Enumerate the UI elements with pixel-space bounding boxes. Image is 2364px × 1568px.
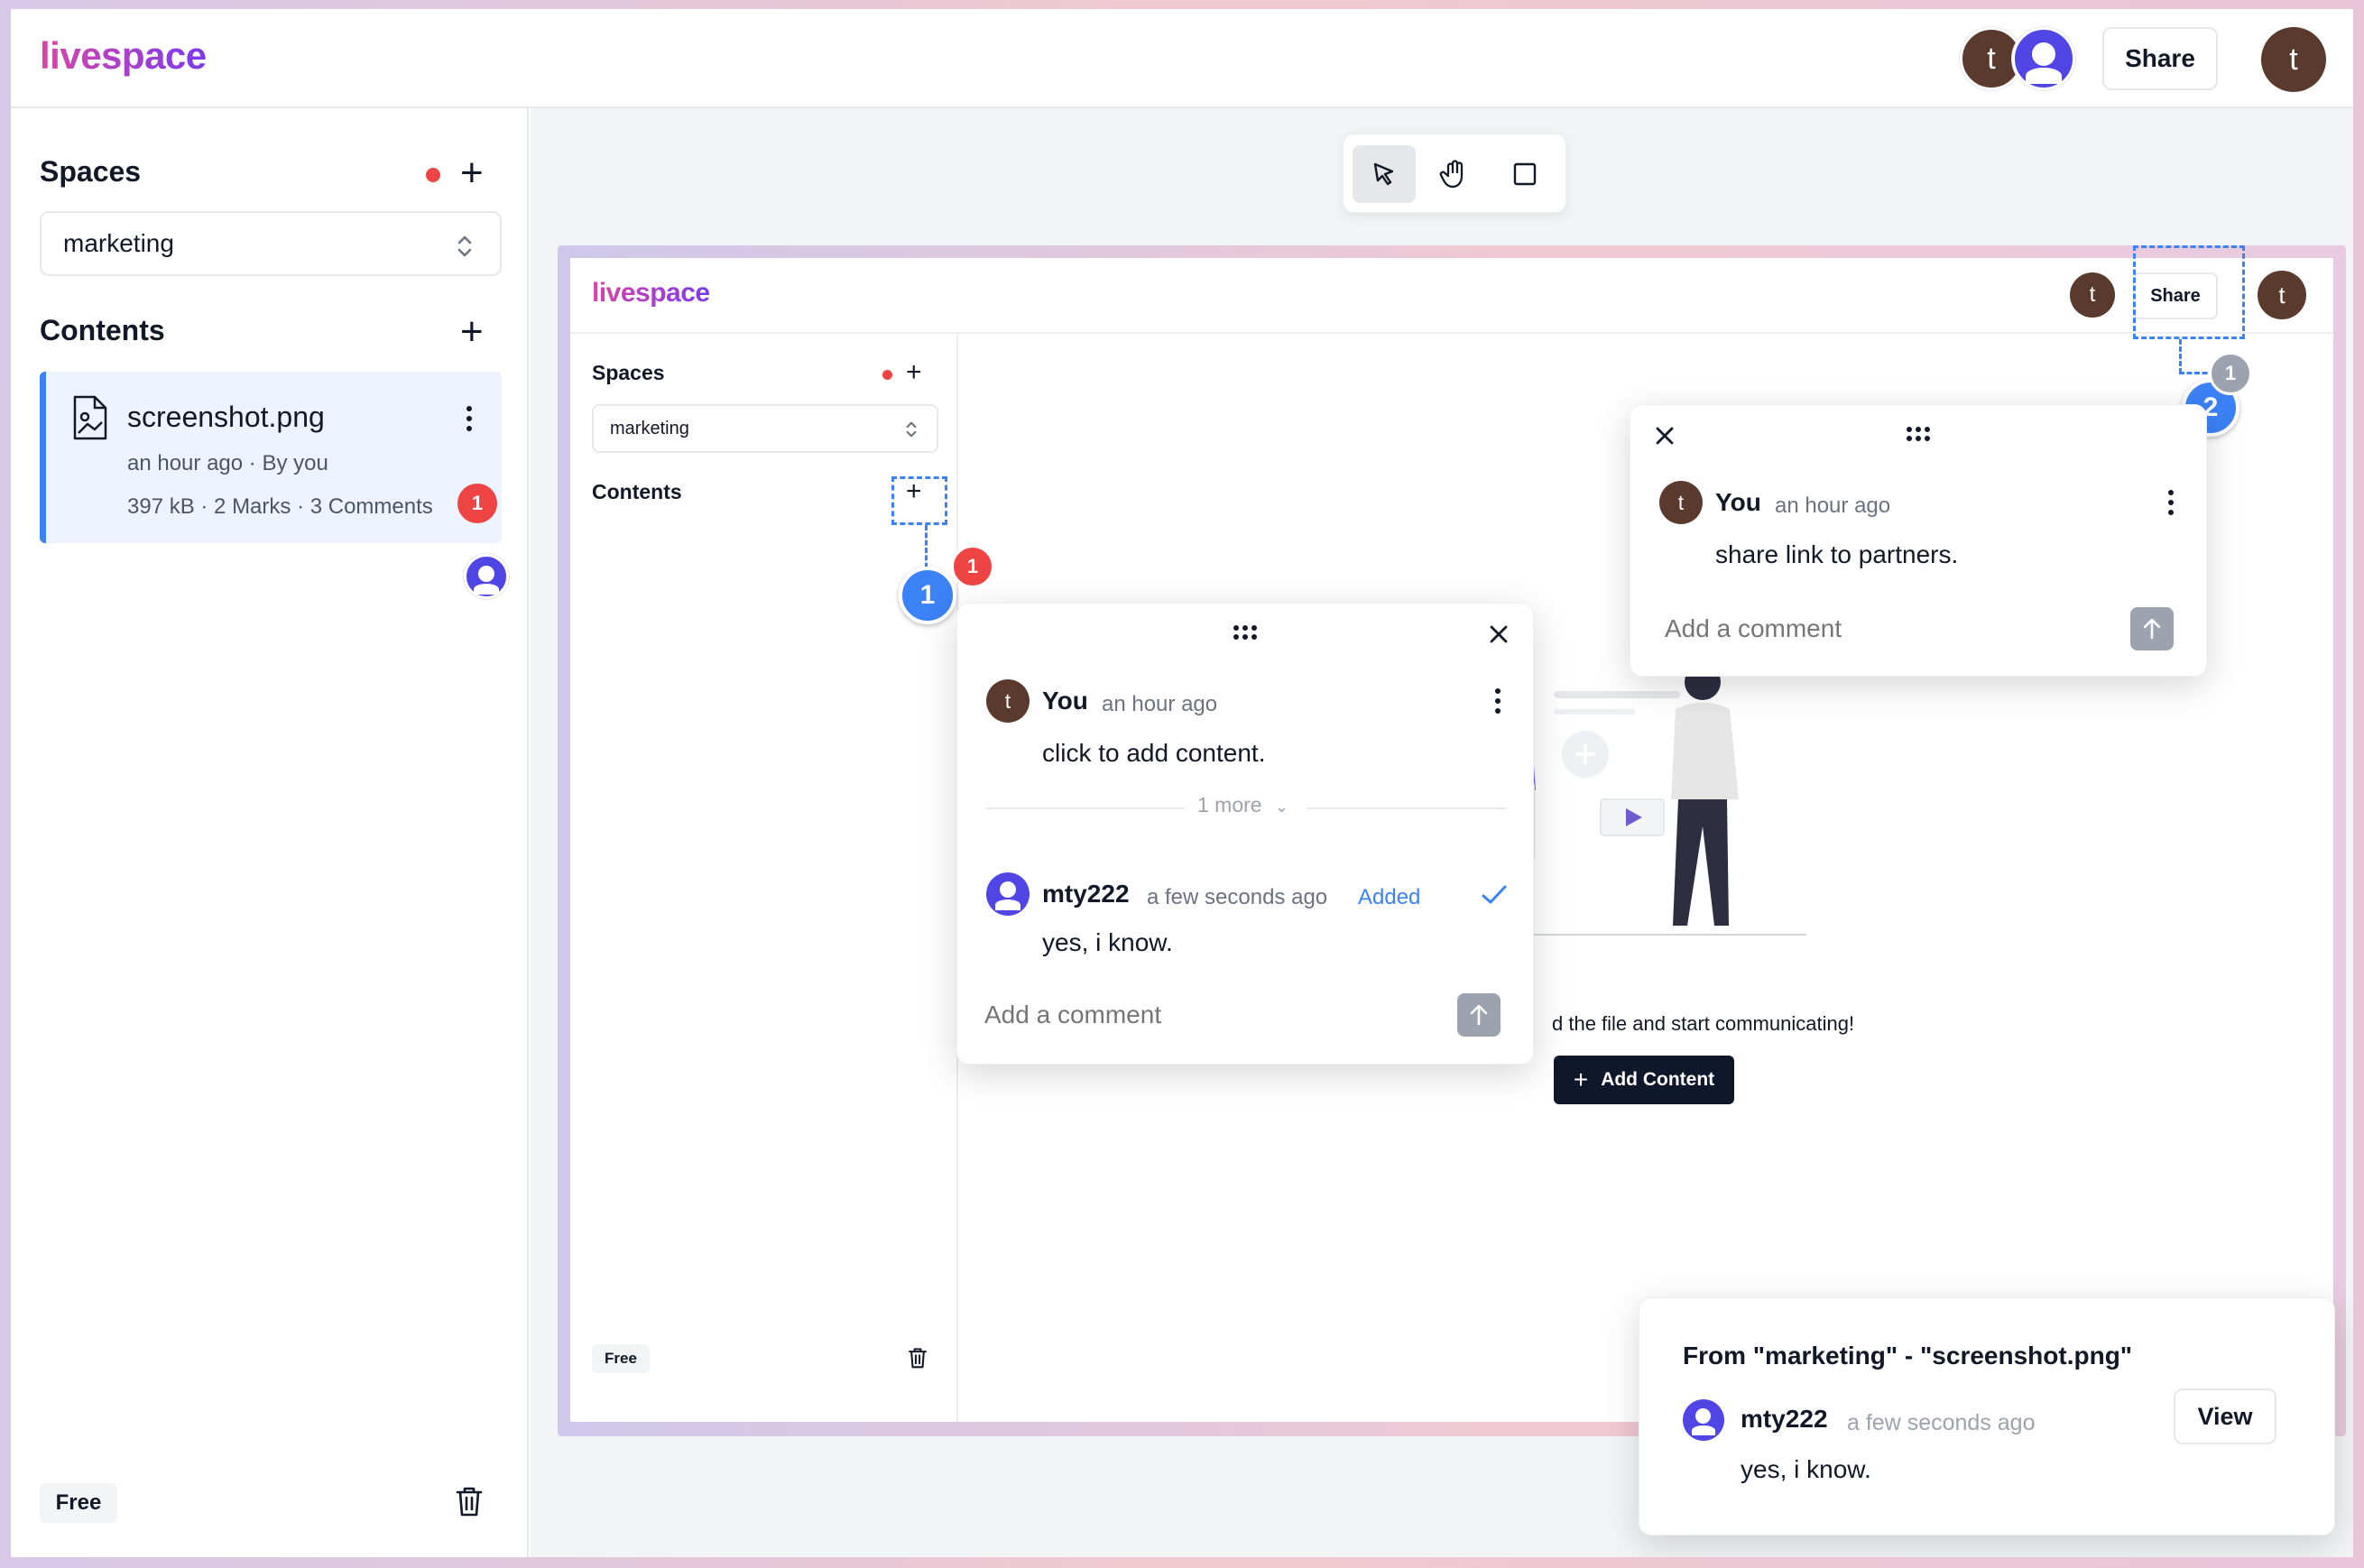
comment-author-avatar: t (986, 679, 1030, 723)
preview-contents-title: Contents (592, 480, 682, 503)
preview-plan-badge: Free (592, 1344, 650, 1373)
preview-add-space: + (906, 357, 922, 387)
file-meta: an hour ago · By you (127, 451, 328, 475)
top-header: livespace t Share t (11, 9, 2353, 108)
comment-text: click to add content. (1042, 739, 1266, 767)
close-icon[interactable] (1654, 425, 1676, 447)
spaces-title: Spaces (40, 155, 142, 188)
preview-account-avatar: t (2258, 271, 2306, 319)
more-replies-label: 1 more (1197, 793, 1262, 816)
hand-icon (1439, 160, 1464, 189)
drag-handle-icon[interactable] (1233, 625, 1257, 640)
canvas-toolbar (1343, 134, 1566, 213)
space-status-dot (426, 168, 440, 182)
chevron-collapse-icon: ⌄ (1274, 798, 1289, 816)
send-comment-button[interactable] (2130, 607, 2174, 650)
pan-tool[interactable] (1423, 145, 1486, 203)
select-tool[interactable] (1353, 145, 1416, 203)
arrow-up-icon (1470, 1004, 1488, 1026)
add-content-button[interactable]: + (460, 312, 484, 352)
drag-handle-icon[interactable] (1907, 427, 1930, 441)
send-comment-button[interactable] (1457, 993, 1501, 1037)
arrow-up-icon (2143, 618, 2161, 640)
resolve-check-icon[interactable] (1481, 883, 1508, 907)
notification-toast: From "marketing" - "screenshot.png" mty2… (1639, 1297, 2335, 1536)
preview-spaces-title: Spaces (592, 361, 665, 384)
comment-input[interactable] (984, 988, 1436, 1042)
trash-icon[interactable] (455, 1485, 484, 1517)
preview-status-dot (882, 370, 892, 380)
reply-status: Added (1358, 885, 1421, 909)
preview-header: livespace t Share t (570, 258, 2333, 334)
user-icon (1000, 881, 1016, 898)
preview-logo: livespace (592, 278, 710, 308)
plus-icon: + (1573, 1065, 1589, 1093)
more-replies-toggle[interactable]: 1 more ⌄ (1197, 793, 1288, 817)
mark-2-count-badge: 1 (2209, 352, 2252, 395)
user-icon (1695, 1408, 1711, 1424)
space-select[interactable]: marketing (40, 211, 502, 276)
contents-title: Contents (40, 314, 165, 346)
comment-author-avatar: t (1659, 481, 1703, 524)
image-file-icon (73, 395, 107, 440)
viewer-avatar[interactable] (464, 554, 509, 599)
square-icon (1513, 162, 1537, 186)
toast-text: yes, i know. (1741, 1455, 1871, 1483)
plan-badge: Free (40, 1483, 117, 1523)
file-stats: 397 kB · 2 Marks · 3 Comments (127, 494, 433, 519)
reply-author: mty222 (1042, 880, 1130, 908)
logo[interactable]: livespace (40, 34, 207, 78)
preview-avatar: t (2070, 272, 2115, 318)
reply-time: a few seconds ago (1147, 885, 1328, 909)
empty-state-text: d the file and start communicating! (1552, 1012, 1855, 1035)
chevron-updown-icon (906, 421, 917, 438)
comment-thread-1: t You an hour ago click to add content. … (956, 603, 1534, 1065)
file-name: screenshot.png (127, 401, 325, 433)
chevron-updown-icon (457, 235, 472, 257)
add-space-button[interactable]: + (460, 153, 484, 193)
rectangle-tool[interactable] (1493, 145, 1556, 203)
comment-time: an hour ago (1775, 493, 1891, 518)
comment-menu-icon[interactable] (2168, 490, 2174, 515)
preview-add-content-button: + Add Content (1554, 1056, 1734, 1104)
preview-add-content-label: Add Content (1601, 1069, 1715, 1090)
comment-menu-icon[interactable] (1495, 688, 1501, 714)
file-card[interactable]: screenshot.png an hour ago · By you 397 … (40, 372, 502, 543)
comment-thread-2: t You an hour ago share link to partners… (1630, 404, 2207, 677)
user-icon (2032, 42, 2055, 66)
reply-text: yes, i know. (1042, 928, 1173, 956)
file-menu-icon[interactable] (466, 406, 472, 431)
toast-time: a few seconds ago (1847, 1410, 2036, 1435)
app-window: livespace t Share t Spaces + marketing C… (11, 9, 2353, 1557)
toast-author-avatar (1683, 1399, 1724, 1441)
user-icon (478, 566, 494, 582)
mark-1-pin[interactable]: 1 (899, 567, 956, 624)
comment-time: an hour ago (1102, 692, 1218, 716)
space-select-value: marketing (63, 229, 174, 257)
mark-2-connector (2179, 339, 2182, 374)
comment-author: You (1715, 488, 1761, 516)
collaborator-avatar-user[interactable] (2012, 27, 2075, 90)
mark-1-region[interactable] (891, 476, 947, 525)
comment-input[interactable] (1665, 602, 2107, 656)
toast-author: mty222 (1741, 1405, 1828, 1433)
toast-title: From "marketing" - "screenshot.png" (1683, 1342, 2133, 1370)
share-button[interactable]: Share (2102, 27, 2218, 90)
mark-2-region[interactable] (2133, 245, 2245, 339)
preview-trash-icon (909, 1348, 927, 1369)
account-avatar[interactable]: t (2261, 27, 2326, 92)
reply-author-avatar (986, 872, 1030, 916)
toast-view-button[interactable]: View (2174, 1388, 2276, 1444)
comment-author: You (1042, 687, 1088, 715)
sidebar: Spaces + marketing Contents + screenshot… (11, 108, 529, 1557)
preview-space-select: marketing (592, 404, 938, 453)
preview-space-value: marketing (610, 418, 689, 438)
mark-1-count-badge: 1 (951, 545, 994, 588)
pointer-icon (1373, 162, 1394, 186)
close-icon[interactable] (1488, 623, 1510, 645)
file-unread-badge: 1 (457, 484, 497, 523)
comment-text: share link to partners. (1715, 540, 1959, 568)
